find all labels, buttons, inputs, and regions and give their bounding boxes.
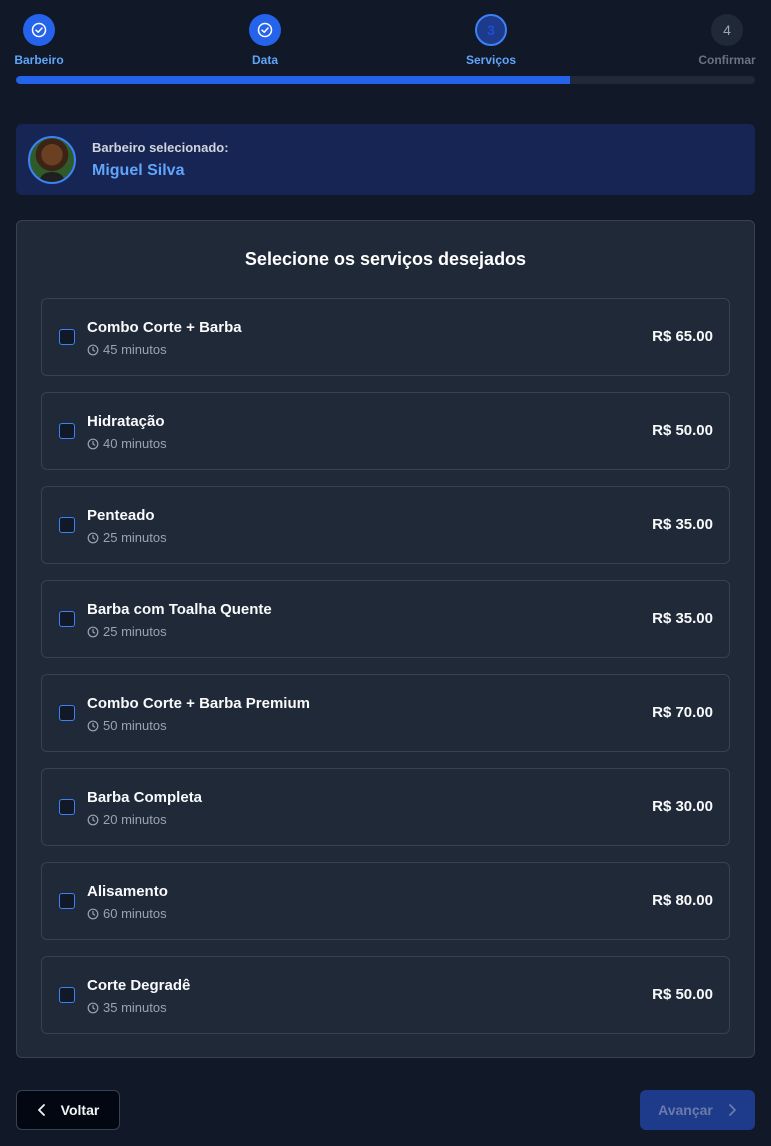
- step-barbeiro[interactable]: Barbeiro: [0, 14, 79, 67]
- service-name: Barba Completa: [87, 789, 203, 806]
- service-price: R$ 65.00: [652, 328, 713, 345]
- service-duration: 20 minutos: [87, 812, 167, 827]
- service-option[interactable]: Barba Completa 20 minutos R$ 30.00: [41, 768, 730, 846]
- clock-icon: [87, 344, 99, 355]
- service-duration: 25 minutos: [87, 530, 167, 545]
- service-duration-text: 35 minutos: [103, 1000, 167, 1015]
- step-confirmar: 4 Confirmar: [687, 14, 767, 67]
- clock-icon: [87, 720, 99, 731]
- service-name: Penteado: [87, 507, 155, 524]
- step-servicos[interactable]: 3 Serviços: [451, 14, 531, 67]
- service-option[interactable]: Barba com Toalha Quente 25 minutos R$ 35.0…: [41, 580, 730, 658]
- clock-icon: [87, 626, 99, 637]
- service-checkbox[interactable]: [59, 329, 75, 345]
- service-duration-text: 60 minutos: [103, 906, 167, 921]
- service-name: Combo Corte + Barba: [87, 319, 242, 336]
- booking-page: Barbeiro Data 3 Serviços 4 Confirmar Bar…: [0, 0, 771, 1146]
- clock-icon: [87, 908, 99, 919]
- service-checkbox[interactable]: [59, 893, 75, 909]
- back-button[interactable]: Voltar: [16, 1090, 120, 1130]
- service-checkbox[interactable]: [59, 705, 75, 721]
- step-check-icon: [23, 14, 55, 46]
- service-checkbox[interactable]: [59, 423, 75, 439]
- service-price: R$ 80.00: [652, 892, 713, 909]
- service-name: Barba com Toalha Quente: [87, 601, 272, 618]
- clock-icon: [87, 438, 99, 449]
- service-option[interactable]: Combo Corte + Barba Premium 50 minutos R$ …: [41, 674, 730, 752]
- barber-name: Miguel Silva: [92, 161, 185, 179]
- service-checkbox[interactable]: [59, 987, 75, 1003]
- clock-icon: [87, 1002, 99, 1013]
- service-price: R$ 35.00: [652, 610, 713, 627]
- service-option[interactable]: Combo Corte + Barba 45 minutos R$ 65.00: [41, 298, 730, 376]
- service-name: Hidratação: [87, 413, 165, 430]
- chevron-left-icon: [37, 1104, 45, 1116]
- service-duration-text: 25 minutos: [103, 530, 167, 545]
- next-button[interactable]: Avançar: [640, 1090, 755, 1130]
- step-label: Data: [251, 53, 278, 67]
- step-data[interactable]: Data: [225, 14, 305, 67]
- service-checkbox[interactable]: [59, 799, 75, 815]
- back-button-label: Voltar: [60, 1102, 100, 1118]
- progress-bar-fill: [16, 76, 571, 84]
- service-checkbox[interactable]: [59, 611, 75, 627]
- service-duration: 40 minutos: [87, 436, 167, 451]
- service-price: R$ 50.00: [652, 986, 713, 1003]
- service-option[interactable]: Hidratação 40 minutos R$ 50.00: [41, 392, 730, 470]
- service-duration: 35 minutos: [87, 1000, 167, 1015]
- service-duration: 60 minutos: [87, 906, 167, 921]
- step-number: 3: [475, 14, 507, 46]
- service-price: R$ 35.00: [652, 516, 713, 533]
- service-duration-text: 20 minutos: [103, 812, 167, 827]
- clock-icon: [87, 814, 99, 825]
- service-duration: 50 minutos: [87, 718, 167, 733]
- service-duration-text: 45 minutos: [103, 342, 167, 357]
- barber-caption: Barbeiro selecionado:: [92, 139, 229, 155]
- service-duration-text: 50 minutos: [103, 718, 167, 733]
- service-option[interactable]: Alisamento 60 minutos R$ 80.00: [41, 862, 730, 940]
- progress-bar: [16, 76, 755, 84]
- service-name: Alisamento: [87, 883, 168, 900]
- chevron-right-icon: [728, 1104, 736, 1116]
- next-button-label: Avançar: [658, 1102, 713, 1118]
- service-duration-text: 40 minutos: [103, 436, 167, 451]
- service-price: R$ 50.00: [652, 422, 713, 439]
- progress-stepper: Barbeiro Data 3 Serviços 4 Confirmar: [14, 14, 756, 84]
- service-price: R$ 70.00: [652, 704, 713, 721]
- service-duration: 45 minutos: [87, 342, 167, 357]
- service-duration: 25 minutos: [87, 624, 167, 639]
- step-label: Confirmar: [698, 53, 756, 67]
- step-label: Serviços: [465, 53, 517, 67]
- services-panel: Selecione os serviços desejados Combo Co…: [16, 220, 755, 1058]
- service-name: Corte Degradê: [87, 977, 191, 994]
- service-option[interactable]: Penteado 25 minutos R$ 35.00: [41, 486, 730, 564]
- service-name: Combo Corte + Barba Premium: [87, 695, 310, 712]
- selected-barber-card: Barbeiro selecionado: Miguel Silva: [16, 124, 755, 195]
- step-check-icon: [249, 14, 281, 46]
- service-price: R$ 30.00: [652, 798, 713, 815]
- panel-title: Selecione os serviços desejados: [244, 249, 527, 269]
- step-label: Barbeiro: [14, 53, 64, 67]
- service-checkbox[interactable]: [59, 517, 75, 533]
- service-duration-text: 25 minutos: [103, 624, 167, 639]
- clock-icon: [87, 532, 99, 543]
- step-number: 4: [711, 14, 743, 46]
- barber-avatar: [28, 135, 76, 184]
- service-option[interactable]: Corte Degradê 35 minutos R$ 50.00: [41, 956, 730, 1034]
